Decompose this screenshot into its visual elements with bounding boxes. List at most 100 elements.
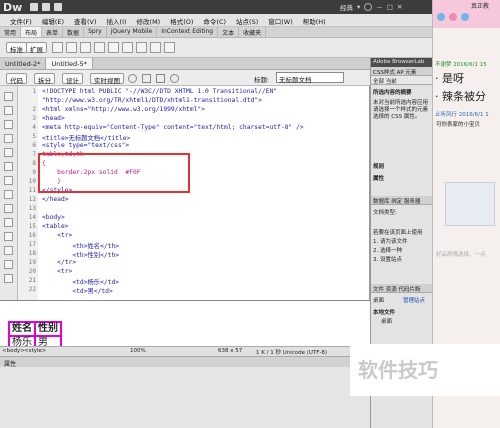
tab-text[interactable]: 文本: [218, 27, 240, 37]
workspace-switcher[interactable]: 经典: [340, 2, 353, 12]
tag-selector-body[interactable]: <body>: [2, 348, 25, 354]
expanded-mode-button[interactable]: 扩展: [26, 42, 47, 54]
code-line[interactable]: "http://www.w3.org/TR/xhtml1/DTD/xhtml1-…: [42, 97, 374, 106]
tabbed-panels-icon[interactable]: [136, 42, 147, 53]
table-header-cell[interactable]: 姓名: [8, 321, 36, 337]
refresh-icon[interactable]: [170, 74, 179, 83]
collapse-selection-icon[interactable]: [4, 120, 13, 129]
call-icon[interactable]: [437, 13, 445, 21]
split-view-button[interactable]: 拆分: [34, 73, 55, 85]
code-line[interactable]: <td>男</td>: [42, 286, 374, 295]
site-icon[interactable]: [54, 3, 62, 11]
uncomment-icon[interactable]: [4, 232, 13, 241]
menu-view[interactable]: 查看(V): [74, 16, 97, 26]
tab-common[interactable]: 常用: [0, 27, 22, 37]
live-view-button[interactable]: 实时视图: [90, 73, 124, 85]
tab-jquery-mobile[interactable]: jQuery Mobile: [107, 27, 158, 37]
wrap-tag-icon[interactable]: [4, 246, 13, 255]
tab-incontext-editing[interactable]: InContext Editing: [157, 27, 219, 37]
code-line[interactable]: <head>: [42, 115, 374, 124]
code-editor[interactable]: <!DOCTYPE html PUBLIC "-//W3C//DTD XHTML…: [38, 86, 370, 300]
design-view-button[interactable]: 设计: [62, 73, 83, 85]
close-button[interactable]: ✕: [397, 3, 402, 11]
tab-assets[interactable]: 资源: [386, 287, 397, 292]
tab-bindings[interactable]: 绑定: [391, 199, 402, 204]
extend-icon[interactable]: [42, 3, 50, 11]
menu-format[interactable]: 格式(O): [170, 16, 193, 26]
multiscreen-icon[interactable]: [142, 74, 151, 83]
tab-databases[interactable]: 数据库: [373, 199, 390, 204]
tab-server[interactable]: 服务器: [404, 199, 421, 204]
select-parent-tag-icon[interactable]: [4, 148, 13, 157]
expand-all-icon[interactable]: [4, 134, 13, 143]
spry-menu-icon[interactable]: [80, 42, 91, 53]
tab-snippets[interactable]: 代码片断: [399, 287, 421, 292]
menu-insert[interactable]: 插入(I): [107, 16, 127, 26]
rules-header[interactable]: 规则: [373, 162, 431, 170]
highlight-invalid-icon[interactable]: [4, 190, 13, 199]
chat-input-hint[interactable]: 好品质嘴选择，一点: [436, 250, 486, 258]
tab-untitled-2[interactable]: Untitled-2*: [0, 58, 47, 69]
collapsible-icon[interactable]: [164, 42, 175, 53]
open-documents-icon[interactable]: [4, 92, 13, 101]
menu-site[interactable]: 站点(S): [236, 16, 258, 26]
tab-favorites[interactable]: 收藏夹: [239, 27, 267, 37]
syntax-coloring-icon[interactable]: [4, 204, 13, 213]
manage-sites-link[interactable]: 管理站点: [403, 296, 431, 304]
properties-panel-header[interactable]: 属性: [0, 356, 370, 368]
tab-untitled-5[interactable]: Untitled-5*: [46, 58, 93, 69]
code-line[interactable]: <html xmlns="http://www.w3.org/1999/xhtm…: [42, 106, 374, 115]
menu-help[interactable]: 帮助(H): [303, 16, 326, 26]
code-line[interactable]: <tr>: [42, 232, 374, 241]
tab-files[interactable]: 文件: [373, 287, 384, 292]
browserlab-header[interactable]: Adobe BrowserLab: [371, 58, 433, 67]
code-view-button[interactable]: 代码: [6, 73, 27, 85]
tab-spry[interactable]: Spry: [84, 27, 107, 37]
video-icon[interactable]: [449, 13, 457, 21]
tag-selector-style[interactable]: <style>: [24, 348, 46, 354]
tab-forms[interactable]: 表单: [42, 27, 64, 37]
menu-commands[interactable]: 命令(C): [203, 16, 226, 26]
code-line[interactable]: <!DOCTYPE html PUBLIC "-//W3C//DTD XHTML…: [42, 88, 374, 97]
document-title-input[interactable]: 无标题文档: [276, 72, 344, 84]
window-size[interactable]: 638 x 57: [218, 348, 242, 354]
menu-edit[interactable]: 编辑(E): [42, 16, 64, 26]
design-view[interactable]: 姓名 性别 杨乐 男: [0, 300, 370, 351]
zoom-select[interactable]: 100%: [130, 348, 146, 354]
code-line[interactable]: <style type="text/css">: [42, 142, 374, 151]
ap-div-icon[interactable]: [66, 42, 77, 53]
tab-data[interactable]: 数据: [63, 27, 85, 37]
iframe-icon[interactable]: [122, 42, 133, 53]
menu-file[interactable]: 文件(F): [10, 16, 32, 26]
desktop-tree-item[interactable]: 桌面: [381, 317, 431, 325]
inspect-icon[interactable]: [128, 74, 137, 83]
menu-window[interactable]: 窗口(W): [268, 16, 293, 26]
code-line[interactable]: <th>性别</th>: [42, 250, 374, 259]
layout-icon[interactable]: [30, 3, 38, 11]
code-line[interactable]: <title>无标题文档</title>: [42, 133, 374, 142]
accordion-icon[interactable]: [150, 42, 161, 53]
balance-braces-icon[interactable]: [4, 162, 13, 171]
maximize-button[interactable]: □: [387, 3, 393, 11]
code-line[interactable]: [42, 205, 374, 214]
collapse-tag-icon[interactable]: [4, 106, 13, 115]
code-line[interactable]: </tr>: [42, 259, 374, 268]
code-line[interactable]: </head>: [42, 196, 374, 205]
frame-icon[interactable]: [108, 42, 119, 53]
attributes-header[interactable]: 属性: [373, 174, 431, 182]
share-screen-icon[interactable]: [461, 13, 469, 21]
div-icon[interactable]: [52, 42, 63, 53]
minimize-button[interactable]: －: [376, 2, 383, 12]
code-line[interactable]: <body>: [42, 214, 374, 223]
search-icon[interactable]: [364, 3, 373, 11]
recent-snippets-icon[interactable]: [4, 260, 13, 269]
chevron-down-icon[interactable]: ▾: [357, 3, 360, 11]
shared-image[interactable]: [445, 182, 495, 226]
code-line[interactable]: <tr>: [42, 268, 374, 277]
indent-icon[interactable]: [4, 274, 13, 283]
tab-current[interactable]: 当前: [386, 79, 397, 84]
menu-modify[interactable]: 修改(M): [137, 16, 161, 26]
comment-icon[interactable]: [4, 218, 13, 227]
code-line[interactable]: <th>姓名</th>: [42, 241, 374, 250]
table-header-cell[interactable]: 性别: [34, 321, 62, 337]
